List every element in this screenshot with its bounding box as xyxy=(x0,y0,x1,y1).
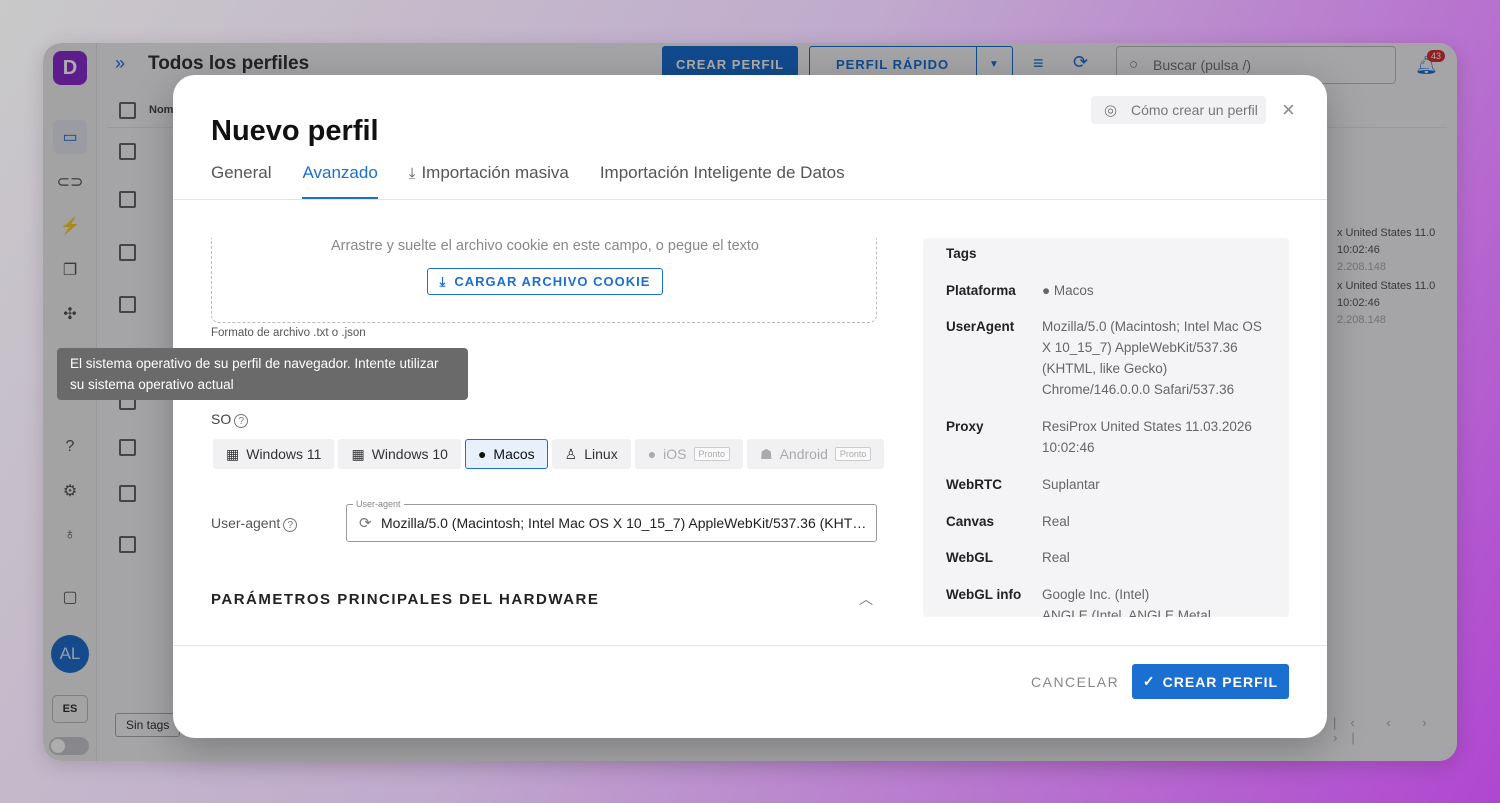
os-label-text: SO xyxy=(211,411,232,427)
download-icon: ⤓ xyxy=(408,165,416,182)
create-profile-label: CREAR PERFIL xyxy=(1162,673,1279,690)
upload-cookie-button[interactable]: ⤓ CARGAR ARCHIVO COOKIE xyxy=(427,268,663,295)
check-icon: ✓ xyxy=(1142,673,1156,689)
download-icon: ⤓ xyxy=(439,273,447,289)
os-option-label: Android xyxy=(779,446,828,462)
os-tooltip: El sistema operativo de su perfil de nav… xyxy=(57,348,468,400)
create-profile-button[interactable]: ✓ CREAR PERFIL xyxy=(1132,664,1289,699)
summary-key-useragent: UserAgent xyxy=(946,319,1015,334)
user-agent-value: Mozilla/5.0 (Macintosh; Intel Mac OS X 1… xyxy=(381,515,871,531)
user-agent-floating-label: User-agent xyxy=(353,499,404,509)
user-agent-label: User-agent? xyxy=(211,515,298,532)
summary-key-tags: Tags xyxy=(946,246,977,261)
windows-icon: ▦ xyxy=(226,445,240,462)
tab-importacion-inteligente[interactable]: Importación Inteligente de Datos xyxy=(600,163,845,199)
pronto-badge: Pronto xyxy=(693,447,731,461)
summary-key-canvas: Canvas xyxy=(946,514,995,529)
summary-val-canvas: Real xyxy=(1042,514,1070,529)
os-windows-11[interactable]: ▦ Windows 11 xyxy=(213,439,335,469)
summary-key-proxy: Proxy xyxy=(946,419,984,434)
profile-summary: Tags Plataforma ● Macos UserAgent Mozilla/… xyxy=(923,238,1289,617)
user-agent-label-text: User-agent xyxy=(211,515,281,531)
tab-importacion-masiva[interactable]: ⤓ Importación masiva xyxy=(409,163,569,199)
summary-val-platform: ● Macos xyxy=(1042,283,1094,298)
pronto-badge: Pronto xyxy=(834,447,872,461)
summary-val-webrtc: Suplantar xyxy=(1042,477,1100,492)
summary-val-webglinfo: Google Inc. (Intel) ANGLE (Intel, ANGLE M… xyxy=(1042,587,1211,617)
dialog-tabs: General Avanzado ⤓ Importación masiva Imp… xyxy=(211,163,876,199)
help-label: Cómo crear un perfil xyxy=(1131,102,1258,118)
close-icon[interactable]: × xyxy=(1282,97,1295,123)
os-selector: ▦ Windows 11 ▦ Windows 10 ● Macos ♙ Linux ● i… xyxy=(213,439,885,469)
upload-cookie-label: CARGAR ARCHIVO COOKIE xyxy=(454,274,651,289)
os-android: ☗ Android Pronto xyxy=(747,439,885,469)
os-macos[interactable]: ● Macos xyxy=(464,439,548,469)
user-agent-field[interactable]: ⟳ Mozilla/5.0 (Macintosh; Intel Mac OS X… xyxy=(346,504,877,542)
help-circle-icon[interactable]: ? xyxy=(234,414,249,428)
tab-avanzado[interactable]: Avanzado xyxy=(302,163,379,199)
help-button[interactable]: ◎ Cómo crear un perfil xyxy=(1091,96,1266,124)
android-icon: ☗ xyxy=(760,445,773,462)
summary-key-platform: Plataforma xyxy=(946,283,1016,298)
linux-icon: ♙ xyxy=(564,445,578,462)
summary-key-webrtc: WebRTC xyxy=(946,477,1002,492)
hardware-section-title[interactable]: PARÁMETROS PRINCIPALES DEL HARDWARE xyxy=(211,591,599,608)
dialog-title: Nuevo perfil xyxy=(211,115,379,147)
new-profile-dialog: Nuevo perfil ◎ Cómo crear un perfil × Ge… xyxy=(173,75,1327,738)
os-option-label: Linux xyxy=(584,446,618,462)
tab-general[interactable]: General xyxy=(211,163,271,199)
os-option-label: Windows 11 xyxy=(246,446,322,462)
os-ios: ● iOS Pronto xyxy=(634,439,744,469)
help-circle-icon[interactable]: ? xyxy=(283,518,298,532)
apple-icon: ● xyxy=(477,446,487,462)
windows-icon: ▦ xyxy=(351,445,365,462)
cancel-button[interactable]: CANCELAR xyxy=(1031,674,1119,690)
tabs-divider xyxy=(173,199,1327,200)
dropzone-text: Arrastre y suelte el archivo cookie en e… xyxy=(331,238,759,254)
refresh-icon[interactable]: ⟳ xyxy=(359,514,372,532)
os-option-label: iOS xyxy=(663,446,687,462)
summary-key-webgl: WebGL xyxy=(946,550,993,565)
footer-divider xyxy=(173,645,1327,646)
os-option-label: Windows 10 xyxy=(371,446,448,462)
os-windows-10[interactable]: ▦ Windows 10 xyxy=(338,439,461,469)
lifebuoy-icon: ◎ xyxy=(1104,102,1118,119)
summary-val-webgl: Real xyxy=(1042,550,1070,565)
file-format-hint: Formato de archivo .txt o .json xyxy=(211,327,366,339)
chevron-up-icon[interactable]: ︿ xyxy=(859,589,873,609)
tab-label: Importación masiva xyxy=(421,163,569,182)
apple-icon: ● xyxy=(1042,283,1054,298)
summary-val-proxy: ResiProx United States 11.03.2026 10:02:… xyxy=(1042,419,1252,455)
os-option-label: Macos xyxy=(493,446,535,462)
apple-icon: ● xyxy=(647,446,657,462)
cookie-dropzone[interactable]: Arrastre y suelte el archivo cookie en e… xyxy=(211,238,877,323)
os-linux[interactable]: ♙ Linux xyxy=(551,439,631,469)
summary-key-webglinfo: WebGL info xyxy=(946,587,1022,602)
os-label: SO? xyxy=(211,411,249,428)
summary-val-useragent: Mozilla/5.0 (Macintosh; Intel Mac OS X 1… xyxy=(1042,319,1262,397)
